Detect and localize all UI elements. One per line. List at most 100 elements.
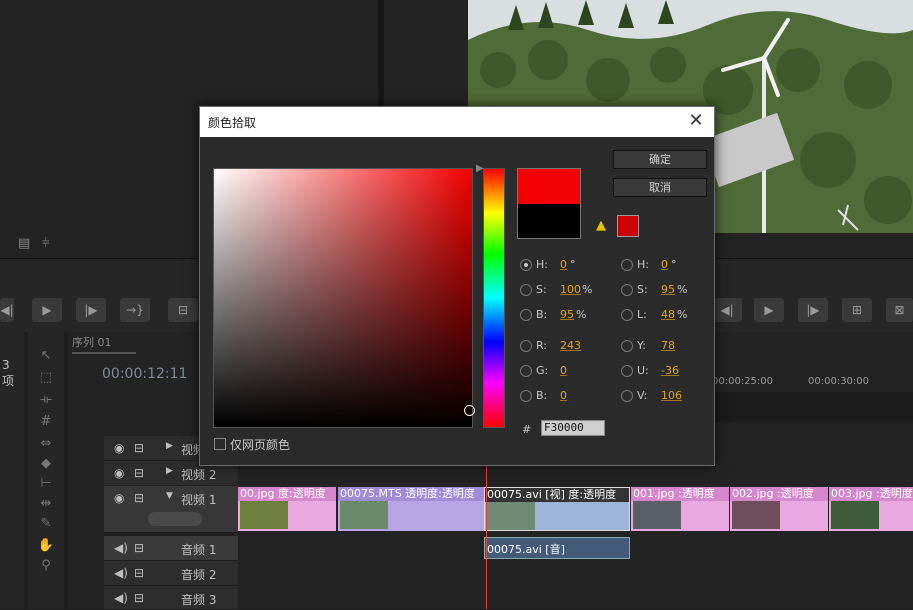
selection-tool-icon[interactable]: ↖ xyxy=(36,348,56,366)
track-name: 视频 1 xyxy=(181,493,217,507)
filmstrip-icon[interactable]: ⊟ xyxy=(134,491,144,505)
audio-clip[interactable]: 00075.avi [音] xyxy=(484,537,630,559)
timeline-clip[interactable]: 003.jpg :透明度 xyxy=(829,487,913,531)
new-color-swatch xyxy=(517,168,581,204)
collapse-triangle-icon[interactable]: ▼ xyxy=(166,491,173,501)
dialog-title: 颜色拾取 xyxy=(208,116,257,130)
timeline-clip[interactable]: 00075.MTS 透明度:透明度 xyxy=(338,487,484,531)
film-icon[interactable]: ▤ xyxy=(18,236,30,251)
eye-icon[interactable]: ◉ xyxy=(114,491,124,505)
eye-icon[interactable]: ◉ xyxy=(114,466,124,480)
hsb-s-value[interactable]: 100 xyxy=(560,283,581,296)
radio-hsl-l[interactable] xyxy=(621,309,633,321)
clip-thumbnail xyxy=(831,501,879,529)
track-header-audio3[interactable]: ◀) ⊟ 音频 3 xyxy=(104,586,238,610)
sync-lock-icon[interactable]: ⊟ xyxy=(134,591,144,605)
timeline-timecode[interactable]: 00:00:12:11 xyxy=(102,366,187,382)
eye-icon[interactable]: ◉ xyxy=(114,441,124,455)
overwrite-button-left[interactable]: ⊟ xyxy=(168,298,198,322)
slide-tool-icon[interactable]: ⇹ xyxy=(36,496,56,514)
track-header-video1[interactable]: ◉ ⊟ ▼ 视频 1 xyxy=(104,486,238,533)
play-button-right[interactable]: ▶ xyxy=(754,298,784,322)
hex-input[interactable]: F30000 xyxy=(541,420,605,436)
insert-button-left[interactable]: →} xyxy=(120,298,150,322)
hsl-s-label: S: xyxy=(637,283,648,296)
original-color-swatch[interactable] xyxy=(517,204,581,239)
hsb-h-value[interactable]: 0 xyxy=(560,258,567,271)
radio-rgb-b[interactable] xyxy=(520,390,532,402)
radio-hsl-s[interactable] xyxy=(621,284,633,296)
project-items-count: 3 项 xyxy=(2,358,15,388)
hsl-h-value[interactable]: 0 xyxy=(661,258,668,271)
hsl-s-value[interactable]: 95 xyxy=(661,283,675,296)
dialog-titlebar[interactable]: 颜色拾取 ✕ xyxy=(200,107,714,137)
radio-hsb-b[interactable] xyxy=(520,309,532,321)
websafe-color-swatch[interactable] xyxy=(617,215,639,237)
speaker-icon[interactable]: ◀) xyxy=(114,591,128,605)
rate-stretch-tool-icon[interactable]: ⇔ xyxy=(36,436,56,454)
hsl-l-value[interactable]: 48 xyxy=(661,308,675,321)
keyframe-navigator[interactable] xyxy=(148,512,202,526)
step-forward-button-right[interactable]: |▶ xyxy=(798,298,828,322)
rgb-b-label: B: xyxy=(536,389,548,402)
pen-tool-icon[interactable]: ✎ xyxy=(36,516,56,534)
track-select-tool-icon[interactable]: ⬚ xyxy=(36,370,56,388)
razor-tool-icon[interactable]: ◆ xyxy=(36,456,56,474)
sync-lock-icon[interactable]: ⊟ xyxy=(134,541,144,555)
track-name: 音频 1 xyxy=(181,543,217,557)
cancel-button[interactable]: 取消 xyxy=(613,178,707,197)
timeline-clip[interactable]: 002.jpg :透明度 xyxy=(730,487,828,531)
color-field-cursor[interactable] xyxy=(464,405,475,416)
yuv-u-value[interactable]: -36 xyxy=(661,364,679,377)
websafe-label[interactable]: 仅网页颜色 xyxy=(230,436,290,453)
filmstrip-icon[interactable]: ⊟ xyxy=(134,441,144,455)
radio-hsl-h[interactable] xyxy=(621,259,633,271)
yuv-y-value[interactable]: 78 xyxy=(661,339,675,352)
step-back-button-left[interactable]: ◀| xyxy=(0,298,14,322)
extract-button-right[interactable]: ⊠ xyxy=(886,298,913,322)
yuv-v-value[interactable]: 106 xyxy=(661,389,682,402)
timeline-clip[interactable]: 001.jpg :透明度 xyxy=(631,487,729,531)
radio-hsb-s[interactable] xyxy=(520,284,532,296)
rgb-r-label: R: xyxy=(536,339,548,352)
radio-yuv-y[interactable] xyxy=(621,340,633,352)
lift-button-right[interactable]: ⊞ xyxy=(842,298,872,322)
zoom-tool-icon[interactable]: ⚲ xyxy=(36,558,56,576)
play-button-left[interactable]: ▶ xyxy=(32,298,62,322)
ripple-edit-tool-icon[interactable]: ⟛ xyxy=(36,392,56,410)
websafe-checkbox[interactable] xyxy=(214,438,226,450)
tab-sequence[interactable]: 序列 01 xyxy=(72,334,136,354)
hsb-b-value[interactable]: 95 xyxy=(560,308,574,321)
rgb-g-value[interactable]: 0 xyxy=(560,364,567,377)
radio-rgb-g[interactable] xyxy=(520,365,532,377)
step-forward-button-left[interactable]: |▶ xyxy=(76,298,106,322)
saturation-brightness-field[interactable] xyxy=(213,168,473,428)
radio-yuv-u[interactable] xyxy=(621,365,633,377)
slip-tool-icon[interactable]: ⊢ xyxy=(36,476,56,494)
expand-triangle-icon[interactable]: ▶ xyxy=(166,466,173,476)
step-back-button-right[interactable]: ◀| xyxy=(712,298,742,322)
rolling-edit-tool-icon[interactable]: # xyxy=(36,414,56,432)
speaker-icon[interactable]: ◀) xyxy=(114,541,128,555)
rgb-r-value[interactable]: 243 xyxy=(560,339,581,352)
hex-label: # xyxy=(522,423,532,436)
close-icon[interactable]: ✕ xyxy=(686,110,706,131)
radio-yuv-v[interactable] xyxy=(621,390,633,402)
rgb-b-value[interactable]: 0 xyxy=(560,389,567,402)
clip-thumbnail xyxy=(487,502,535,530)
waveform-icon[interactable]: ⫩ xyxy=(42,236,49,251)
ok-button[interactable]: 确定 xyxy=(613,150,707,169)
radio-hsb-h[interactable] xyxy=(520,259,532,271)
radio-rgb-r[interactable] xyxy=(520,340,532,352)
track-header-audio1[interactable]: ◀) ⊟ 音频 1 xyxy=(104,536,238,561)
sync-lock-icon[interactable]: ⊟ xyxy=(134,566,144,580)
expand-triangle-icon[interactable]: ▶ xyxy=(166,441,173,451)
yuv-y-label: Y: xyxy=(637,339,646,352)
track-header-audio2[interactable]: ◀) ⊟ 音频 2 xyxy=(104,561,238,586)
timeline-clip[interactable]: 00.jpg 度:透明度 xyxy=(238,487,336,531)
timeline-clip-selected[interactable]: 00075.avi [视] 度:透明度 xyxy=(484,487,630,531)
hue-slider[interactable] xyxy=(483,168,505,428)
hand-tool-icon[interactable]: ✋ xyxy=(36,538,56,556)
speaker-icon[interactable]: ◀) xyxy=(114,566,128,580)
filmstrip-icon[interactable]: ⊟ xyxy=(134,466,144,480)
